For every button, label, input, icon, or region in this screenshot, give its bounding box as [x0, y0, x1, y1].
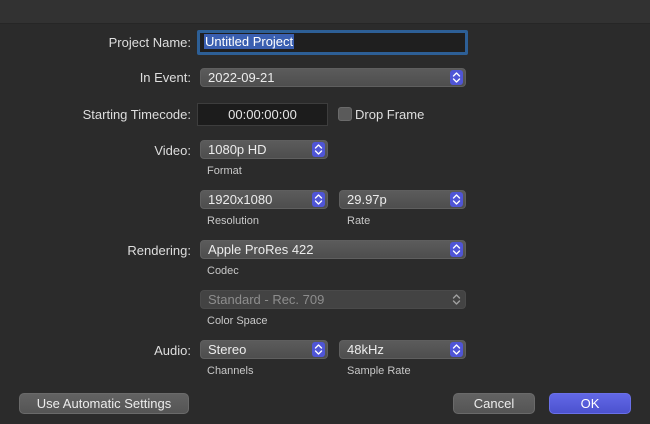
format-caption: Format	[207, 165, 242, 177]
rendering-label: Rendering:	[127, 243, 191, 258]
format-popup[interactable]: 1080p HD	[200, 140, 328, 159]
up-down-chevron-icon	[312, 142, 325, 157]
up-down-chevron-icon	[312, 342, 325, 357]
channels-popup[interactable]: Stereo	[200, 340, 328, 359]
sample-rate-popup[interactable]: 48kHz	[339, 340, 466, 359]
codec-popup[interactable]: Apple ProRes 422	[200, 240, 466, 259]
rate-value: 29.97p	[347, 192, 387, 207]
up-down-chevron-icon	[450, 70, 463, 85]
rate-caption: Rate	[347, 215, 371, 227]
up-down-chevron-icon	[450, 192, 463, 207]
cancel-button[interactable]: Cancel	[453, 393, 535, 414]
resolution-popup[interactable]: 1920x1080	[200, 190, 328, 209]
project-name-label: Project Name:	[108, 35, 191, 50]
video-label: Video:	[154, 143, 191, 158]
project-name-value: Untitled Project	[204, 34, 295, 49]
ok-button[interactable]: OK	[549, 393, 631, 414]
audio-label: Audio:	[154, 343, 191, 358]
format-value: 1080p HD	[208, 142, 267, 157]
resolution-caption: Resolution	[207, 215, 259, 227]
in-event-label: In Event:	[139, 70, 191, 85]
color-space-value: Standard - Rec. 709	[208, 292, 325, 307]
up-down-chevron-icon	[450, 342, 463, 357]
sample-rate-caption: Sample Rate	[347, 365, 411, 377]
drop-frame-label: Drop Frame	[355, 107, 425, 122]
starting-timecode-field[interactable]: 00:00:00:00	[197, 103, 328, 126]
project-name-field[interactable]: Untitled Project	[197, 30, 468, 55]
up-down-chevron-icon	[450, 292, 463, 307]
codec-caption: Codec	[207, 265, 239, 277]
sample-rate-value: 48kHz	[347, 342, 384, 357]
color-space-popup[interactable]: Standard - Rec. 709	[200, 290, 466, 309]
color-space-caption: Color Space	[207, 315, 268, 327]
channels-value: Stereo	[208, 342, 247, 357]
in-event-value: 2022-09-21	[208, 70, 275, 85]
in-event-popup[interactable]: 2022-09-21	[200, 68, 466, 87]
up-down-chevron-icon	[312, 192, 325, 207]
resolution-value: 1920x1080	[208, 192, 273, 207]
up-down-chevron-icon	[450, 242, 463, 257]
rate-popup[interactable]: 29.97p	[339, 190, 466, 209]
codec-value: Apple ProRes 422	[208, 242, 314, 257]
starting-timecode-label: Starting Timecode:	[82, 107, 191, 122]
drop-frame-checkbox[interactable]	[338, 107, 352, 121]
use-automatic-settings-button[interactable]: Use Automatic Settings	[19, 393, 189, 414]
channels-caption: Channels	[207, 365, 254, 377]
window-title-bar	[0, 0, 650, 24]
